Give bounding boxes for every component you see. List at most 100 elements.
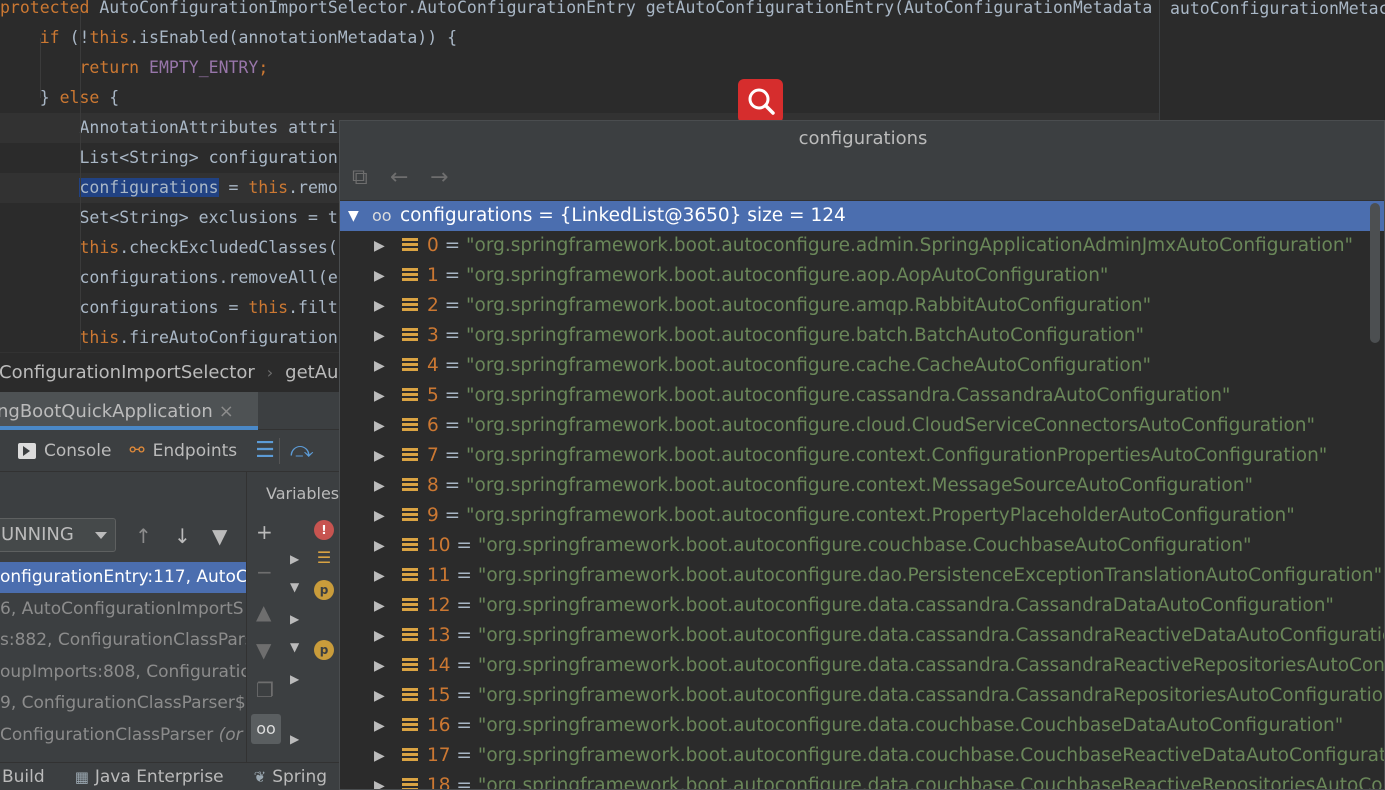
- vertical-scrollbar[interactable]: [1370, 203, 1380, 343]
- next-frame-icon[interactable]: ↓: [174, 524, 191, 548]
- frame-row[interactable]: ConfigurationClassParser (or: [0, 720, 246, 751]
- search-icon: [748, 88, 775, 115]
- tree-item-row[interactable]: ▶ 5 = "org.springframework.boot.autoconfi…: [340, 381, 1384, 411]
- spring-leaf-icon: ❦: [253, 767, 267, 786]
- tab-java-enterprise[interactable]: ▦ Java Enterprise: [75, 767, 224, 787]
- tree-item-row[interactable]: ▶ 16 = "org.springframework.boot.autoconf…: [340, 711, 1384, 741]
- code-line[interactable]: } else {: [0, 83, 1160, 113]
- tree-item-row[interactable]: ▶ 11 = "org.springframework.boot.autoconf…: [340, 561, 1384, 591]
- collapse-arrow-icon[interactable]: ▼: [290, 640, 299, 654]
- thread-selector[interactable]: UNNING: [0, 518, 116, 552]
- tree-item-row[interactable]: ▶ 14 = "org.springframework.boot.autoconf…: [340, 651, 1384, 681]
- list-icon: [402, 598, 418, 614]
- expand-arrow-icon[interactable]: ▶: [374, 501, 385, 531]
- frame-row[interactable]: oupImports:808, Configuratic: [0, 657, 246, 688]
- back-arrow-icon[interactable]: ←: [390, 165, 408, 190]
- list-icon: [402, 418, 418, 434]
- move-up-icon[interactable]: ▲: [256, 600, 271, 624]
- tree-item-row[interactable]: ▶ 1 = "org.springframework.boot.autoconfi…: [340, 261, 1384, 291]
- expand-arrow-icon[interactable]: ▶: [374, 351, 385, 381]
- filter-icon[interactable]: ▼: [212, 524, 227, 548]
- tree-item-row[interactable]: ▶ 6 = "org.springframework.boot.autoconfi…: [340, 411, 1384, 441]
- expand-arrow-icon[interactable]: ▶: [374, 771, 385, 789]
- code-line[interactable]: return EMPTY_ENTRY;: [0, 53, 1160, 83]
- tab-console[interactable]: Console: [18, 441, 112, 461]
- tree-item-row[interactable]: ▶ 18 = "org.springframework.boot.autoconf…: [340, 771, 1384, 789]
- expand-arrow-icon[interactable]: ▶: [290, 732, 299, 746]
- tab-spring[interactable]: ❦ Spring: [254, 767, 327, 787]
- code-line[interactable]: if (!this.isEnabled(annotationMetadata))…: [0, 23, 1160, 53]
- expand-arrow-icon[interactable]: ▶: [374, 741, 385, 771]
- expand-arrow-icon[interactable]: ▶: [374, 441, 385, 471]
- tree-item-index: 9: [427, 505, 439, 526]
- tree-item-row[interactable]: ▶ 15 = "org.springframework.boot.autoconf…: [340, 681, 1384, 711]
- tree-item-label: 1 = "org.springframework.boot.autoconfig…: [427, 261, 1108, 291]
- tree-item-row[interactable]: ▶ 3 = "org.springframework.boot.autoconfi…: [340, 321, 1384, 351]
- parameter-hint-text: autoConfigurationMetac: [1170, 0, 1385, 18]
- frame-row[interactable]: 6, AutoConfigurationImportS: [0, 594, 246, 625]
- show-execution-point-icon[interactable]: ☰: [255, 438, 275, 463]
- tree-item-row[interactable]: ▶ 2 = "org.springframework.boot.autoconfi…: [340, 291, 1384, 321]
- breadcrumb-class[interactable]: oConfigurationImportSelector: [0, 362, 255, 383]
- tab-run-config[interactable]: ingBootQuickApplication ×: [0, 392, 258, 430]
- tree-item-row[interactable]: ▶ 7 = "org.springframework.boot.autoconfi…: [340, 441, 1384, 471]
- expand-arrow-icon[interactable]: ▶: [374, 471, 385, 501]
- tree-item-row[interactable]: ▶ 8 = "org.springframework.boot.autoconfi…: [340, 471, 1384, 501]
- tree-root-row[interactable]: ▼ oo configurations = {LinkedList@3650} …: [340, 201, 1384, 231]
- tree-item-label: 6 = "org.springframework.boot.autoconfig…: [427, 411, 1315, 441]
- tree-item-value: "org.springframework.boot.autoconfigure.…: [477, 595, 1334, 616]
- expand-arrow-icon[interactable]: ▶: [374, 591, 385, 621]
- glasses-icon[interactable]: oo: [251, 714, 281, 744]
- search-button[interactable]: [738, 79, 783, 123]
- breadcrumb-method[interactable]: getAu: [285, 362, 338, 383]
- expand-arrow-icon[interactable]: ▶: [290, 612, 299, 626]
- close-icon[interactable]: ×: [219, 401, 234, 422]
- tree-item-row[interactable]: ▶ 9 = "org.springframework.boot.autoconfi…: [340, 501, 1384, 531]
- expand-arrow-icon[interactable]: ▶: [374, 681, 385, 711]
- run-tab-bar: ingBootQuickApplication ×: [0, 392, 340, 430]
- code-line[interactable]: protected AutoConfigurationImportSelecto…: [0, 0, 1385, 23]
- tree-item-row[interactable]: ▶ 10 = "org.springframework.boot.autoconf…: [340, 531, 1384, 561]
- frame-row[interactable]: s:882, ConfigurationClassPars: [0, 625, 246, 656]
- code-token: this: [248, 178, 289, 197]
- navigate-icon[interactable]: ⧉: [352, 165, 368, 190]
- code-token: .fireAutoConfiguration: [119, 328, 338, 347]
- expand-arrow-icon[interactable]: ▶: [374, 561, 385, 591]
- add-watch-icon[interactable]: +: [256, 520, 273, 544]
- move-down-icon[interactable]: ▼: [256, 638, 271, 662]
- duplicate-watch-icon[interactable]: ❐: [256, 678, 274, 702]
- tree-item-row[interactable]: ▶ 4 = "org.springframework.boot.autoconfi…: [340, 351, 1384, 381]
- remove-watch-icon[interactable]: −: [256, 560, 273, 584]
- collapse-arrow-icon[interactable]: ▼: [290, 580, 299, 594]
- expand-arrow-icon[interactable]: ▶: [374, 651, 385, 681]
- expand-arrow-icon[interactable]: ▶: [374, 411, 385, 441]
- tab-endpoints[interactable]: ⚯ Endpoints: [130, 440, 238, 461]
- code-token: this: [79, 238, 120, 257]
- tab-run-config-label: ingBootQuickApplication: [0, 400, 213, 422]
- tree-item-row[interactable]: ▶ 0 = "org.springframework.boot.autoconfi…: [340, 231, 1384, 261]
- collapse-arrow-icon[interactable]: ▼: [348, 201, 359, 231]
- popup-title[interactable]: configurations: [340, 121, 1384, 157]
- frame-row[interactable]: 9, ConfigurationClassParser$: [0, 688, 246, 719]
- forward-arrow-icon[interactable]: →: [430, 165, 448, 190]
- expand-arrow-icon[interactable]: ▶: [290, 672, 299, 686]
- tree-item-row[interactable]: ▶ 17 = "org.springframework.boot.autoconf…: [340, 741, 1384, 771]
- tree-item-label: 17 = "org.springframework.boot.autoconfi…: [427, 741, 1384, 771]
- expand-arrow-icon[interactable]: ▶: [374, 261, 385, 291]
- previous-frame-icon[interactable]: ↑: [135, 524, 152, 548]
- expand-arrow-icon[interactable]: ▶: [374, 381, 385, 411]
- expand-arrow-icon[interactable]: ▶: [374, 291, 385, 321]
- tree-item-row[interactable]: ▶ 13 = "org.springframework.boot.autoconf…: [340, 621, 1384, 651]
- tree-item-value: "org.springframework.boot.autoconfigure.…: [466, 235, 1354, 256]
- expand-arrow-icon[interactable]: ▶: [374, 711, 385, 741]
- step-over-icon[interactable]: ⤼: [290, 438, 314, 463]
- expand-arrow-icon[interactable]: ▶: [374, 321, 385, 351]
- frame-row[interactable]: onfigurationEntry:117, AutoC: [0, 562, 246, 593]
- expand-arrow-icon[interactable]: ▶: [374, 531, 385, 561]
- expand-arrow-icon[interactable]: ▶: [290, 552, 299, 566]
- tab-build[interactable]: Build: [2, 767, 45, 787]
- expand-arrow-icon[interactable]: ▶: [374, 621, 385, 651]
- tree-item-row[interactable]: ▶ 12 = "org.springframework.boot.autoconf…: [340, 591, 1384, 621]
- expand-arrow-icon[interactable]: ▶: [374, 231, 385, 261]
- popup-toolbar: ⧉ ← →: [340, 157, 1384, 201]
